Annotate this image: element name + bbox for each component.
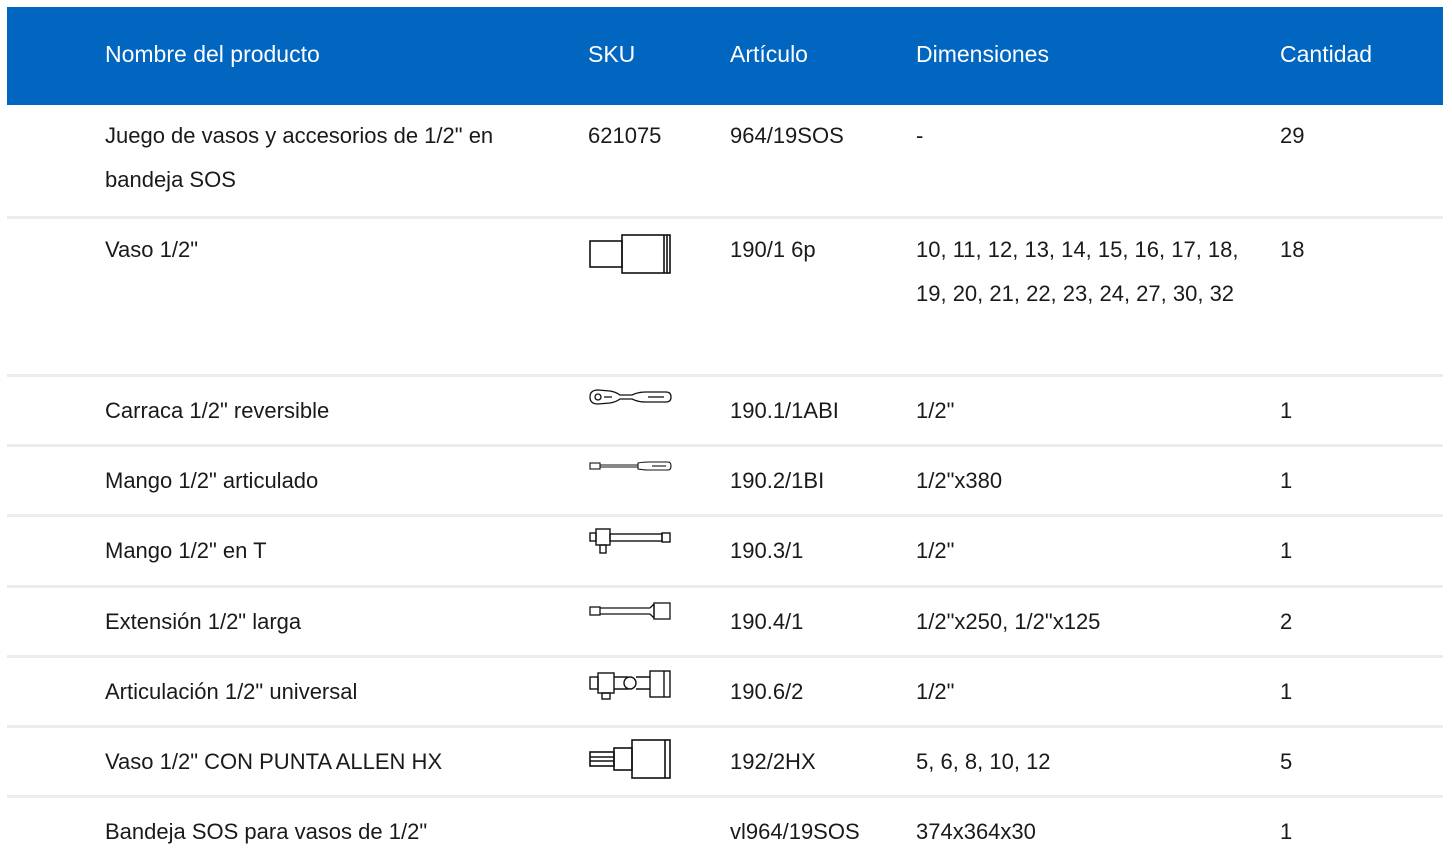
product-dimensions: 10, 11, 12, 13, 14, 15, 16, 17, 18, 19, …: [916, 237, 1239, 306]
product-quantity: 1: [1280, 398, 1293, 423]
product-dimensions: 1/2": [916, 398, 955, 423]
product-quantity: 1: [1280, 538, 1293, 563]
header-name: Nombre del producto: [105, 41, 320, 67]
product-article: 190.3/1: [730, 538, 804, 563]
product-dimensions: 1/2"x380: [916, 468, 1003, 493]
product-dimensions: 5, 6, 8, 10, 12: [916, 749, 1051, 774]
table-row: Juego de vasos y accesorios de 1/2" en b…: [7, 105, 1443, 219]
product-name: Bandeja SOS para vasos de 1/2": [105, 819, 428, 844]
hex-bit-socket-icon: [588, 738, 672, 780]
product-name: Carraca 1/2" reversible: [105, 398, 330, 423]
product-quantity: 5: [1280, 749, 1293, 774]
table-row: Vaso 1/2" CON PUNTA ALLEN HX 192/2HX 5, …: [7, 728, 1443, 798]
table-row: Mango 1/2" articulado 190.2/1BI 1/2"x380…: [7, 447, 1443, 517]
product-quantity: 1: [1280, 819, 1293, 844]
table-row: Mango 1/2" en T 190.3/1 1/2" 1: [7, 517, 1443, 588]
header-sku: SKU: [588, 41, 636, 67]
breaker-bar-icon: [588, 459, 672, 473]
product-article: 190.6/2: [730, 679, 804, 704]
product-dimensions: 1/2"x250, 1/2"x125: [916, 609, 1101, 634]
product-quantity: 29: [1280, 123, 1305, 148]
header-quantity: Cantidad: [1280, 41, 1373, 67]
socket-icon: [588, 233, 672, 275]
product-dimensions: 1/2": [916, 679, 955, 704]
product-dimensions: -: [916, 123, 924, 148]
product-name: Articulación 1/2" universal: [105, 679, 358, 704]
product-name: Mango 1/2" en T: [105, 538, 267, 563]
product-dimensions: 374x364x30: [916, 819, 1036, 844]
table-row: Vaso 1/2" 190/1 6p 10, 11, 12, 13, 14, 1…: [7, 219, 1443, 377]
product-article: 190.2/1BI: [730, 468, 825, 493]
product-article: 192/2HX: [730, 749, 816, 774]
product-article: 190.1/1ABI: [730, 398, 839, 423]
t-handle-icon: [588, 527, 672, 557]
product-quantity: 18: [1280, 237, 1305, 262]
product-name: Vaso 1/2" CON PUNTA ALLEN HX: [105, 749, 443, 774]
product-article: vl964/19SOS: [730, 819, 860, 844]
product-quantity: 1: [1280, 468, 1293, 493]
product-article: 964/19SOS: [730, 123, 844, 148]
product-article: 190.4/1: [730, 609, 804, 634]
universal-joint-icon: [588, 669, 672, 703]
product-dimensions: 1/2": [916, 538, 955, 563]
extension-bar-icon: [588, 601, 672, 621]
table-header: Nombre del producto SKU Artículo Dimensi…: [7, 7, 1443, 105]
table-row: Bandeja SOS para vasos de 1/2" vl964/19S…: [7, 798, 1443, 864]
product-quantity: 2: [1280, 609, 1293, 634]
product-name: Vaso 1/2": [105, 237, 199, 262]
product-name: Juego de vasos y accesorios de 1/2" en b…: [105, 123, 494, 192]
table-row: Articulación 1/2" universal 190.6/2 1/2"…: [7, 658, 1443, 728]
table-row: Carraca 1/2" reversible 190.1/1ABI 1/2" …: [7, 377, 1443, 447]
product-sku: 621075: [588, 123, 662, 148]
product-name: Extensión 1/2" larga: [105, 609, 302, 634]
ratchet-icon: [588, 387, 672, 407]
product-article: 190/1 6p: [730, 237, 816, 262]
table-row: Extensión 1/2" larga 190.4/1 1/2"x250, 1…: [7, 588, 1443, 658]
header-dimensions: Dimensiones: [916, 41, 1049, 67]
product-quantity: 1: [1280, 679, 1293, 704]
product-table: Nombre del producto SKU Artículo Dimensi…: [7, 7, 1443, 864]
product-name: Mango 1/2" articulado: [105, 468, 319, 493]
header-article: Artículo: [730, 41, 808, 67]
